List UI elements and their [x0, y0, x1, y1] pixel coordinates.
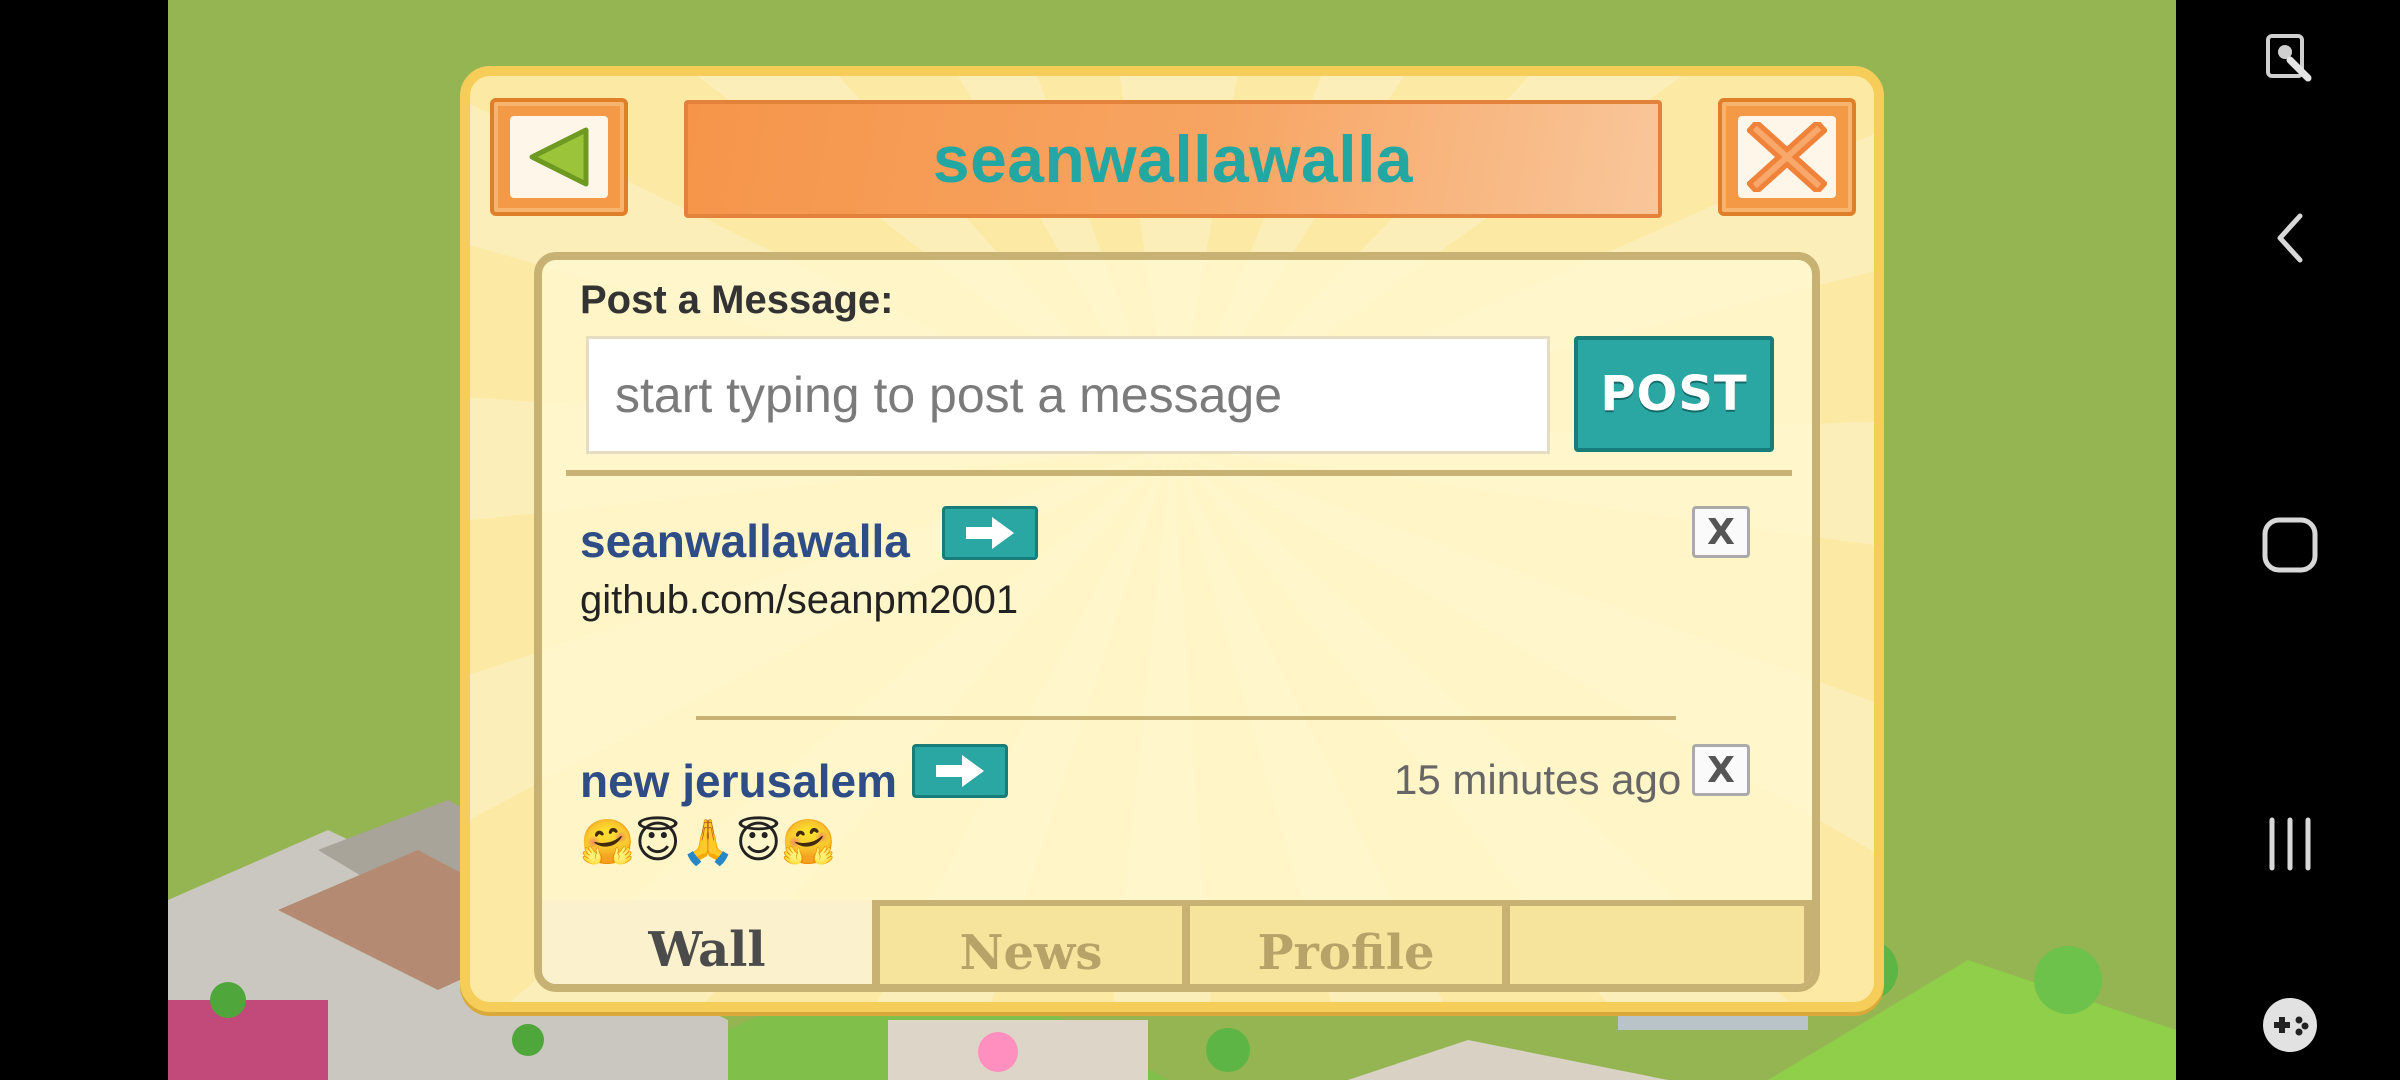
wall-panel: Post a Message: POST seanwallawalla X gi… [534, 252, 1820, 992]
nav-recents-button[interactable] [2255, 814, 2325, 874]
player-profile-dialog: seanwallawalla Post a Message: POST sean… [460, 66, 1884, 1012]
back-button-face [510, 116, 608, 198]
close-button-face [1738, 116, 1836, 198]
dialog-title: seanwallawalla [932, 122, 1414, 196]
game-viewport[interactable]: seanwallawalla Post a Message: POST sean… [168, 0, 2176, 1080]
delete-post-button[interactable]: X [1692, 744, 1750, 796]
back-arrow-icon [529, 127, 589, 187]
tab-news[interactable]: News [872, 900, 1182, 984]
close-icon [1747, 122, 1827, 192]
game-tools-button[interactable] [2255, 990, 2325, 1060]
post-body: 🤗😇🙏😇🤗 [580, 818, 837, 867]
post-button[interactable]: POST [1574, 336, 1774, 452]
nav-back-button[interactable] [2260, 208, 2320, 268]
screen-lock-button[interactable] [2260, 30, 2320, 90]
arrow-right-icon [966, 517, 1014, 549]
home-icon [2262, 517, 2318, 573]
message-input[interactable] [586, 336, 1550, 454]
tab-profile[interactable]: Profile [1182, 900, 1502, 984]
screen-lock-icon [2266, 34, 2312, 82]
back-icon [2277, 213, 2303, 263]
tab-wall[interactable]: Wall [542, 900, 872, 984]
divider [566, 470, 1792, 476]
divider [696, 716, 1676, 720]
nav-home-button[interactable] [2255, 510, 2325, 580]
arrow-right-icon [936, 755, 984, 787]
delete-post-button[interactable]: X [1692, 506, 1750, 558]
back-button[interactable] [490, 98, 628, 216]
visit-profile-button[interactable] [942, 506, 1038, 560]
close-button[interactable] [1718, 98, 1856, 216]
game-tools-icon [2263, 998, 2317, 1052]
post-body: github.com/seanpm2001 [580, 578, 1019, 622]
post-timestamp: 15 minutes ago [1394, 756, 1682, 803]
visit-profile-button[interactable] [912, 744, 1008, 798]
recents-icon [2269, 817, 2311, 871]
post-author[interactable]: new jerusalem [580, 754, 897, 808]
dialog-title-bar: seanwallawalla [684, 100, 1662, 218]
post-message-label: Post a Message: [580, 278, 894, 322]
tab-empty [1502, 900, 1812, 984]
post-author[interactable]: seanwallawalla [580, 514, 910, 568]
dialog-tabs: Wall News Profile [542, 900, 1812, 984]
